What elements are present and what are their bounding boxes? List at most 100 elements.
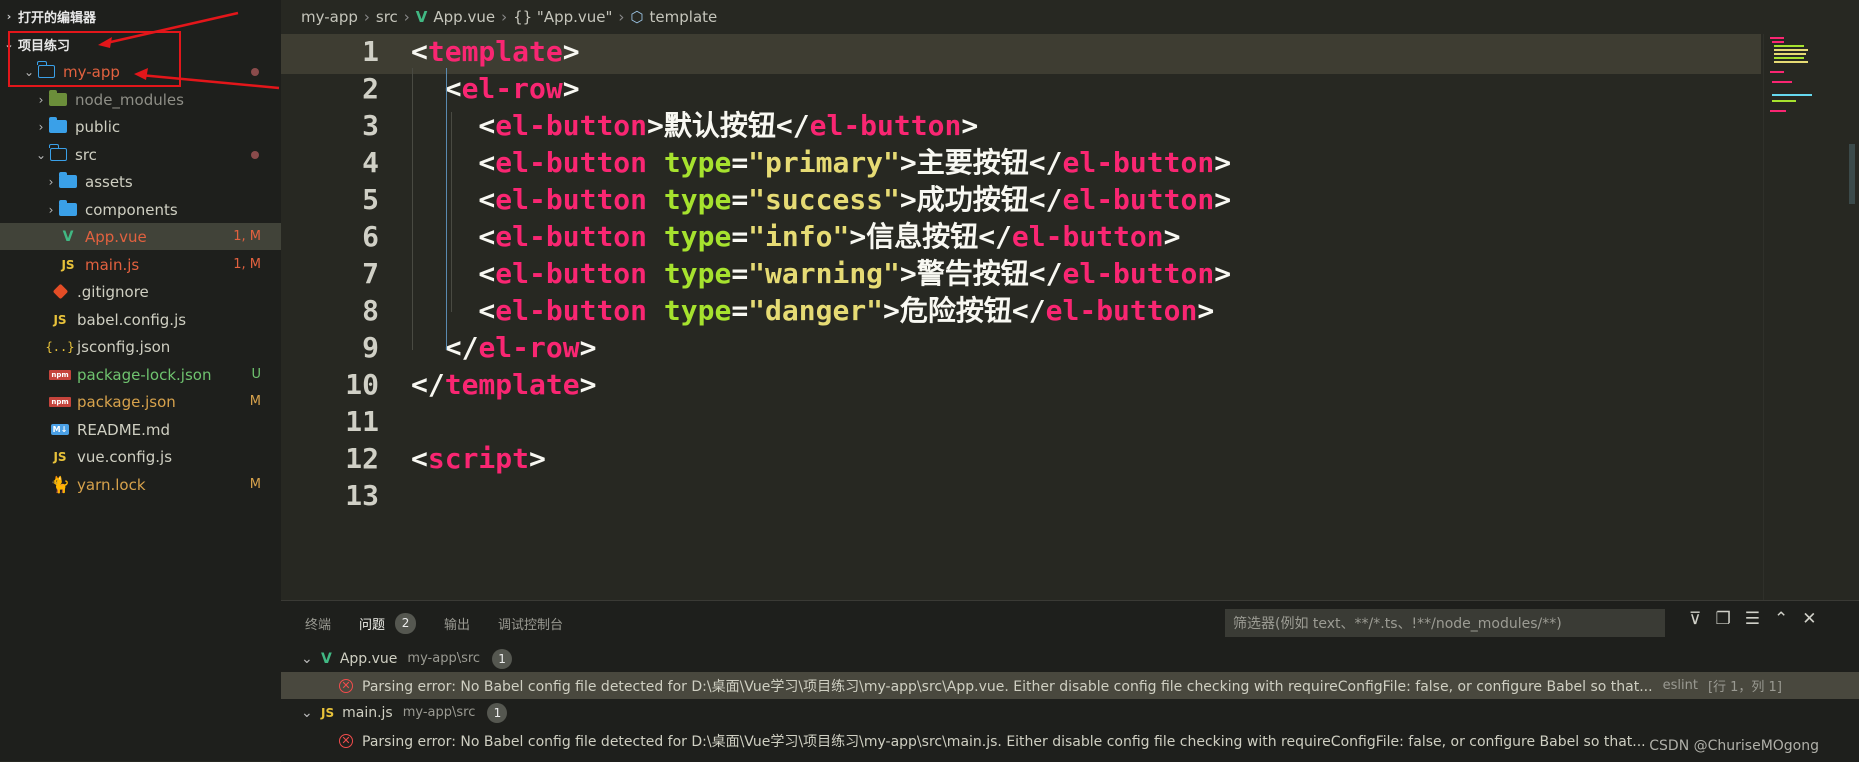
chevron-right-icon: › [38, 119, 44, 134]
tree-item-assets[interactable]: › assets [0, 168, 281, 195]
problem-count: 1 [492, 648, 513, 669]
collapse-all-icon[interactable]: ❐ [1715, 609, 1730, 629]
tree-item-gitignore[interactable]: .gitignore [0, 278, 281, 305]
code-token: = [731, 183, 749, 216]
breadcrumb-item[interactable]: my-app [301, 8, 358, 26]
code-token: > [883, 294, 900, 327]
tree-item-package-lock[interactable]: npm package-lock.json U [0, 361, 281, 388]
code-token: "danger" [748, 294, 884, 327]
folder-icon [49, 117, 67, 133]
breadcrumb-item[interactable]: {} "App.vue" [513, 8, 612, 26]
code-token: < [411, 294, 496, 327]
tree-item-app-vue[interactable]: V App.vue 1, M [0, 223, 281, 250]
code-token: > [529, 442, 546, 475]
npm-icon: npm [49, 396, 71, 407]
indent-guide [412, 68, 413, 350]
code-token: > [647, 109, 664, 142]
tree-item-readme[interactable]: M↓ README.md [0, 416, 281, 443]
tab-debug-console[interactable]: 调试控制台 [498, 614, 563, 633]
problem-group-main-js[interactable]: ⌄ JS main.js my-app\src 1 [281, 699, 1859, 726]
code-token: </ [978, 220, 1012, 253]
open-editors-header[interactable]: › 打开的编辑器 [0, 3, 281, 29]
problem-group-app-vue[interactable]: ⌄ V App.vue my-app\src 1 [281, 645, 1859, 672]
minimap[interactable] [1763, 34, 1859, 600]
code-token: type [663, 257, 732, 290]
code-token: > [899, 183, 917, 216]
code-token: < [411, 72, 462, 105]
tab-terminal[interactable]: 终端 [305, 614, 331, 633]
breadcrumb-item[interactable]: template [650, 8, 718, 26]
breadcrumb-item[interactable]: src [376, 8, 398, 26]
scrollbar-thumb[interactable] [1849, 144, 1855, 204]
code-editor[interactable]: 1 <template> 2 <el-row> 3 <el-button>默认按钮</… [281, 34, 1859, 600]
error-icon: ✕ [339, 733, 353, 748]
tree-item-package-json[interactable]: npm package.json M [0, 388, 281, 415]
tree-item-vue-config[interactable]: JS vue.config.js [0, 443, 281, 470]
problems-filter-input[interactable]: 筛选器(例如 text、**/*.ts、!**/node_modules/**) [1225, 609, 1665, 637]
problem-item[interactable]: ✕ Parsing error: No Babel config file de… [281, 727, 1859, 754]
code-token: el-button [495, 294, 648, 327]
vue-icon: V [415, 8, 428, 26]
problem-location: [行 1，列 1] [1707, 680, 1782, 695]
folder-open-icon [49, 144, 67, 161]
code-token: 成功按钮 [916, 183, 1029, 216]
line-number: 13 [345, 479, 379, 512]
folder-icon [59, 200, 77, 216]
code-token: = [731, 220, 749, 253]
code-token: 默认按钮 [663, 109, 776, 142]
folder-icon [59, 172, 77, 188]
close-icon[interactable]: ✕ [1802, 609, 1816, 629]
tree-item-label: README.md [77, 420, 171, 439]
code-token: > [899, 146, 917, 179]
code-token: > [899, 257, 917, 290]
code-token: > [1163, 220, 1181, 253]
tree-item-jsconfig[interactable]: {..} jsconfig.json [0, 333, 281, 360]
code-token: el-row [478, 331, 580, 364]
problem-count: 1 [487, 702, 508, 723]
tab-problems[interactable]: 问题 2 [359, 612, 417, 634]
code-token: > [961, 109, 979, 142]
code-token: > [562, 35, 580, 68]
code-token: el-button [1062, 146, 1215, 179]
tree-item-public[interactable]: › public [0, 113, 281, 140]
code-token: < [411, 35, 428, 68]
problem-file: main.js [342, 704, 393, 721]
tree-item-main-js[interactable]: JS main.js 1, M [0, 251, 281, 278]
problem-item[interactable]: ✕ Parsing error: No Babel config file de… [281, 672, 1859, 699]
chevron-right-icon: › [6, 9, 12, 23]
explorer-sidebar: › 打开的编辑器 ⌄ 项目练习 ⌄ my-app › node_modules … [0, 0, 281, 761]
vue-icon: V [62, 228, 74, 245]
code-token: template [444, 368, 580, 401]
code-token: el-button [1011, 220, 1164, 253]
code-token: < [411, 220, 496, 253]
code-line[interactable]: 13 [281, 474, 1761, 518]
problem-path: my-app\src [402, 705, 476, 720]
tree-item-yarn-lock[interactable]: 🐈 yarn.lock M [0, 471, 281, 498]
breadcrumb-item[interactable]: App.vue [433, 8, 495, 26]
code-token: </ [1028, 183, 1063, 216]
tab-output[interactable]: 输出 [444, 614, 470, 633]
filter-icon[interactable]: ⊽ [1689, 609, 1701, 629]
tree-item-label: src [75, 145, 97, 164]
tree-item-babel-config[interactable]: JS babel.config.js [0, 306, 281, 333]
problem-file: App.vue [339, 650, 398, 667]
tree-item-node-modules[interactable]: › node_modules [0, 86, 281, 113]
code-token: < [411, 183, 496, 216]
chevron-down-icon: ⌄ [301, 704, 313, 721]
code-token: type [663, 146, 732, 179]
code-token: </ [775, 109, 810, 142]
tree-item-label: yarn.lock [77, 475, 146, 494]
code-token: > [579, 368, 597, 401]
tree-item-components[interactable]: › components [0, 196, 281, 223]
view-as-list-icon[interactable]: ☰ [1745, 609, 1760, 629]
panel-tabs: 终端 问题 2 输出 调试控制台 [281, 601, 563, 645]
git-status-badge: 1, M [233, 257, 261, 272]
maximize-panel-icon[interactable]: ⌃ [1774, 609, 1788, 629]
tree-item-src[interactable]: ⌄ src [0, 141, 281, 168]
code-token: el-button [495, 109, 648, 142]
code-token: < [411, 146, 496, 179]
bottom-panel: 终端 问题 2 输出 调试控制台 筛选器(例如 text、**/*.ts、!**… [281, 600, 1859, 762]
javascript-icon: JS [321, 705, 335, 720]
